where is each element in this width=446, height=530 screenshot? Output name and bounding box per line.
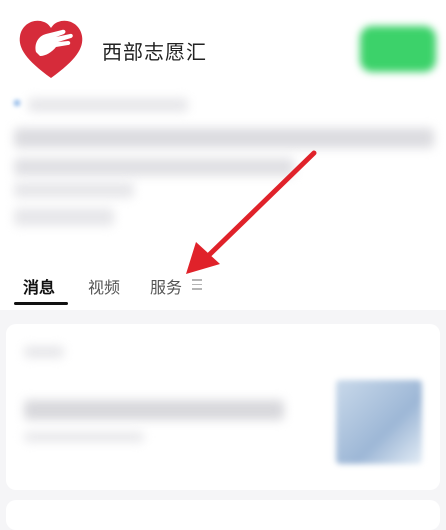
tab-messages[interactable]: 消息 xyxy=(23,274,55,298)
blurred-card-title xyxy=(24,400,284,420)
blurred-card-line xyxy=(24,346,64,358)
verified-badge xyxy=(14,100,20,106)
account-name: 西部志愿汇 xyxy=(102,40,207,64)
blurred-intro-line xyxy=(28,98,188,112)
blurred-intro-line xyxy=(14,208,114,226)
active-tab-indicator xyxy=(14,302,68,305)
account-header: 西部志愿汇 消息 视频 服务 xyxy=(0,0,446,310)
message-card[interactable] xyxy=(6,500,440,530)
follow-button[interactable] xyxy=(360,26,436,72)
blurred-intro-line xyxy=(14,158,294,176)
blurred-intro-line xyxy=(14,182,134,198)
blurred-intro-line xyxy=(14,128,434,148)
tab-videos[interactable]: 视频 xyxy=(88,274,120,298)
tab-bar: 消息 视频 服务 xyxy=(0,270,446,306)
menu-lines-icon xyxy=(192,279,202,290)
tab-services[interactable]: 服务 xyxy=(150,274,182,298)
blurred-card-line xyxy=(24,432,144,442)
card-thumbnail xyxy=(336,380,422,464)
heart-hand-logo-icon xyxy=(19,20,83,78)
message-card[interactable] xyxy=(6,324,440,490)
